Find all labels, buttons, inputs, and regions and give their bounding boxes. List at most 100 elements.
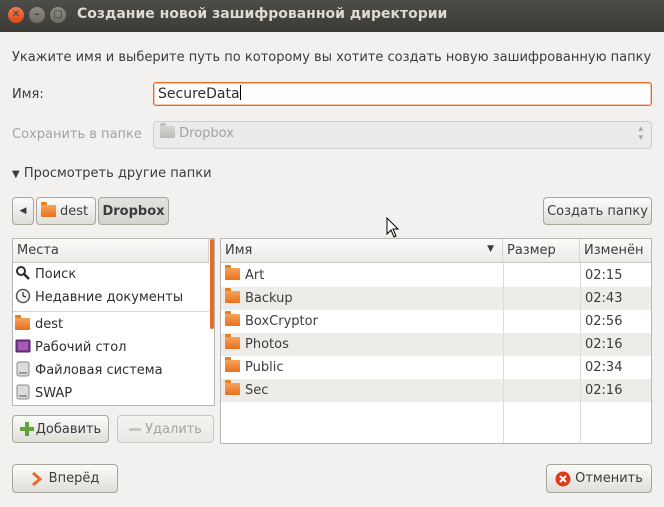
folder-icon xyxy=(225,334,240,349)
folder-icon xyxy=(225,311,240,326)
minimize-window-button[interactable]: – xyxy=(29,7,45,23)
file-name-cell: BoxCryptor xyxy=(225,310,501,333)
file-size-cell xyxy=(507,379,577,402)
folder-icon xyxy=(160,123,175,138)
place-label: Файловая система xyxy=(35,363,163,378)
cancel-icon xyxy=(555,471,571,486)
search-icon xyxy=(15,265,31,281)
column-header-name[interactable]: Имя ▼ xyxy=(221,239,503,263)
maximize-window-button[interactable]: □ xyxy=(50,7,66,23)
file-row[interactable]: Public 02:34 xyxy=(221,356,651,379)
create-folder-label: Создать папку xyxy=(547,203,648,219)
text-caret xyxy=(239,85,241,100)
file-name-cell: Photos xyxy=(225,333,501,356)
file-row[interactable]: Art 02:15 xyxy=(221,264,651,287)
drive-icon xyxy=(15,361,31,377)
places-pane[interactable]: Места Поиск Недавние документы dest Рабо… xyxy=(12,238,215,406)
path-segment-label: Dropbox xyxy=(102,203,165,219)
place-filesystem[interactable]: Файловая система xyxy=(15,360,163,382)
file-modified-cell: 02:56 xyxy=(585,314,623,329)
place-dest[interactable]: dest xyxy=(15,314,63,336)
create-folder-button[interactable]: Создать папку xyxy=(543,197,652,225)
drive-icon xyxy=(15,384,31,400)
file-size-cell xyxy=(507,264,577,287)
folder-icon xyxy=(225,380,240,395)
file-size-cell xyxy=(507,287,577,310)
browse-other-folders-toggle[interactable]: ▼ Просмотреть другие папки xyxy=(12,166,212,181)
file-modified-cell: 02:43 xyxy=(585,291,623,306)
save-in-value: Dropbox xyxy=(179,126,234,141)
place-recent[interactable]: Недавние документы xyxy=(15,287,183,309)
places-header-label: Места xyxy=(17,243,59,258)
file-modified-cell: 02:16 xyxy=(585,337,623,352)
file-name: BoxCryptor xyxy=(245,314,318,329)
close-window-button[interactable]: ✕ xyxy=(8,7,24,23)
mouse-pointer-icon xyxy=(386,217,400,238)
place-label: SWAP xyxy=(35,386,73,401)
minus-icon xyxy=(129,427,142,431)
file-size-cell xyxy=(507,310,577,333)
file-modified-cell: 02:16 xyxy=(585,383,623,398)
window-title: Создание новой зашифрованной директории xyxy=(77,6,448,22)
file-modified-cell: 02:34 xyxy=(585,360,623,375)
places-divider xyxy=(13,311,209,312)
places-scrollbar-thumb[interactable] xyxy=(210,239,214,329)
column-header-label: Размер xyxy=(507,243,556,258)
file-size-cell xyxy=(507,333,577,356)
file-name-cell: Public xyxy=(225,356,501,379)
path-segment-dropbox[interactable]: Dropbox xyxy=(98,197,169,225)
file-name: Sec xyxy=(245,383,269,398)
file-name: Backup xyxy=(245,291,293,306)
place-swap[interactable]: SWAP xyxy=(15,383,72,405)
desktop-icon xyxy=(15,338,31,354)
place-search[interactable]: Поиск xyxy=(15,264,76,286)
place-label: Недавние документы xyxy=(35,290,184,305)
cancel-button[interactable]: Отменить xyxy=(546,464,652,493)
file-name-cell: Backup xyxy=(225,287,501,310)
file-size-cell xyxy=(507,356,577,379)
places-header[interactable]: Места xyxy=(13,239,209,263)
file-row[interactable]: Photos 02:16 xyxy=(221,333,651,356)
file-name: Art xyxy=(245,268,265,283)
place-label: dest xyxy=(35,317,64,332)
place-label: Поиск xyxy=(35,267,77,282)
path-scroll-left-button[interactable]: ◀ xyxy=(12,197,34,225)
plus-icon xyxy=(19,422,34,436)
browse-toggle-label: Просмотреть другие папки xyxy=(23,166,212,181)
path-segment-dest[interactable]: dest xyxy=(36,197,96,225)
remove-label: Удалить xyxy=(145,421,202,437)
home-folder-icon xyxy=(41,202,56,217)
file-name: Public xyxy=(245,360,284,375)
home-folder-icon xyxy=(15,315,31,331)
title-bar: ✕ – □ Создание новой зашифрованной дирек… xyxy=(0,0,664,32)
file-name: Photos xyxy=(245,337,289,352)
name-input-value: SecureData xyxy=(158,86,240,102)
add-label: Добавить xyxy=(35,421,102,437)
arrow-left-icon: ◀ xyxy=(19,206,27,216)
instruction-text: Укажите имя и выберите путь по которому … xyxy=(12,50,652,65)
file-row[interactable]: Backup 02:43 xyxy=(221,287,651,310)
place-desktop[interactable]: Рабочий стол xyxy=(15,337,126,359)
folder-icon xyxy=(225,357,240,372)
add-place-button[interactable]: Добавить xyxy=(12,415,109,443)
file-modified-cell: 02:15 xyxy=(585,268,623,283)
folder-icon xyxy=(225,265,240,280)
files-pane[interactable]: Имя ▼ Размер Изменён Art 02:15 Backup 02:43… xyxy=(220,238,652,444)
save-in-combo[interactable]: Dropbox ▴ ▾ xyxy=(153,121,652,149)
expander-down-icon: ▼ xyxy=(12,169,20,180)
forward-button[interactable]: Вперёд xyxy=(12,464,118,493)
column-header-modified[interactable]: Изменён xyxy=(580,239,651,263)
place-label: Рабочий стол xyxy=(35,340,127,355)
save-in-label: Сохранить в папке xyxy=(12,127,142,142)
file-name-cell: Sec xyxy=(225,379,501,402)
clock-icon xyxy=(15,288,31,304)
remove-place-button[interactable]: Удалить xyxy=(117,415,214,443)
cancel-label: Отменить xyxy=(575,471,643,486)
file-row[interactable]: BoxCryptor 02:56 xyxy=(221,310,651,333)
column-header-size[interactable]: Размер xyxy=(503,239,580,263)
name-input[interactable]: SecureData xyxy=(153,82,652,106)
column-header-label: Изменён xyxy=(584,243,644,258)
path-segment-label: dest xyxy=(60,203,89,219)
file-row[interactable]: Sec 02:16 xyxy=(221,379,651,402)
chevron-right-icon xyxy=(31,471,42,486)
